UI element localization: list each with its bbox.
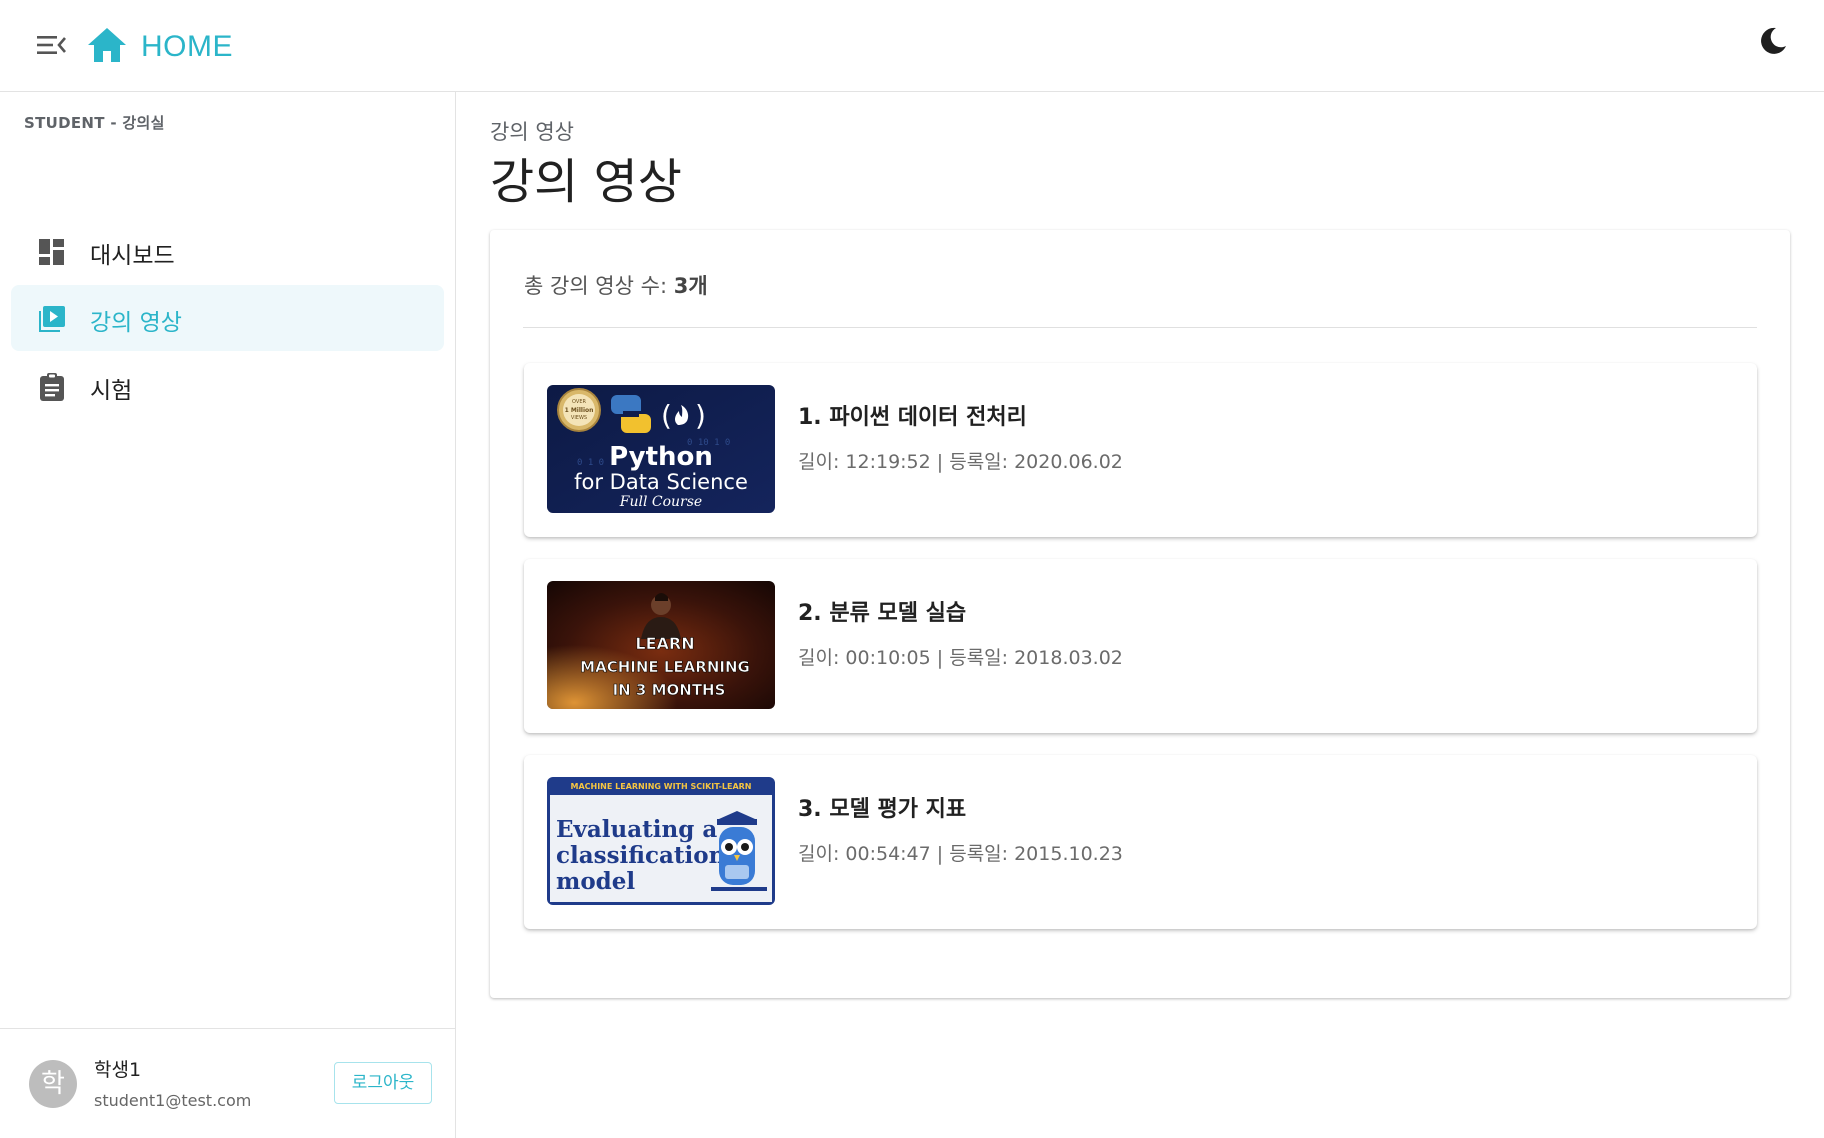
video-library-icon <box>39 306 65 332</box>
thumb-line1: Python <box>609 442 713 472</box>
sidebar-item-lecture-videos[interactable]: 강의 영상 <box>11 285 444 351</box>
svg-text:(: ( <box>661 399 672 432</box>
video-meta: 길이: 00:54:47 | 등록일: 2015.10.23 <box>798 843 1123 865</box>
badge-text-top: OVER <box>572 399 586 405</box>
thumb-line3: IN 3 MONTHS <box>613 681 726 699</box>
sidebar-item-label: 시험 <box>90 378 133 404</box>
video-meta: 길이: 12:19:52 | 등록일: 2020.06.02 <box>798 451 1123 473</box>
top-app-bar: HOME <box>0 0 1824 92</box>
thumb-line2: for Data Science <box>574 470 748 494</box>
thumb-banner: MACHINE LEARNING WITH SCIKIT-LEARN <box>570 782 751 791</box>
video-thumbnail[interactable]: 0 10 1 0 0 1 0 OVER 1 Million VIEWS ( ) … <box>547 385 775 513</box>
video-meta: 길이: 00:10:05 | 등록일: 2018.03.02 <box>798 647 1123 669</box>
sidebar: STUDENT - 강의실 대시보드 강의 영상 시험 학 학생1 studen… <box>0 92 456 1138</box>
video-count: 총 강의 영상 수: 3개 <box>524 270 708 300</box>
page-title: 강의 영상 <box>490 154 682 210</box>
user-panel: 학 학생1 student1@test.com 로그아웃 <box>0 1028 456 1138</box>
thumb-line3: Full Course <box>619 494 702 510</box>
home-icon[interactable] <box>86 26 128 64</box>
sklearn-thumbnail-graphic: MACHINE LEARNING WITH SCIKIT-LEARN Evalu… <box>547 777 775 905</box>
video-thumbnail[interactable]: LEARN MACHINE LEARNING IN 3 MONTHS <box>547 581 775 709</box>
thumb-line2: MACHINE LEARNING <box>580 658 750 676</box>
badge-text-bottom: VIEWS <box>571 415 587 421</box>
video-thumbnail[interactable]: MACHINE LEARNING WITH SCIKIT-LEARN Evalu… <box>547 777 775 905</box>
home-link[interactable]: HOME <box>141 30 233 64</box>
user-name: 학생1 <box>94 1059 142 1081</box>
thumb-line3: model <box>556 868 635 895</box>
thumb-line2: classification <box>556 842 726 869</box>
logout-button[interactable]: 로그아웃 <box>334 1062 432 1104</box>
sidebar-item-label: 강의 영상 <box>90 310 182 336</box>
thumb-line1: LEARN <box>635 634 694 653</box>
thumb-line1: Evaluating a <box>556 816 717 843</box>
video-card[interactable]: MACHINE LEARNING WITH SCIKIT-LEARN Evalu… <box>524 755 1757 929</box>
dashboard-icon <box>39 239 64 265</box>
svg-text:0 1 0: 0 1 0 <box>577 458 604 468</box>
video-title[interactable]: 2. 분류 모델 실습 <box>798 595 966 627</box>
video-card[interactable]: 0 10 1 0 0 1 0 OVER 1 Million VIEWS ( ) … <box>524 363 1757 537</box>
user-email: student1@test.com <box>94 1091 252 1110</box>
python-thumbnail-graphic: 0 10 1 0 0 1 0 OVER 1 Million VIEWS ( ) … <box>547 385 775 513</box>
menu-collapse-icon[interactable] <box>34 30 68 60</box>
svg-text:): ) <box>695 399 706 432</box>
video-count-value: 3개 <box>673 274 708 298</box>
divider <box>523 327 1757 328</box>
badge-text-mid: 1 Million <box>565 407 594 414</box>
video-count-label: 총 강의 영상 수: <box>524 274 674 298</box>
sidebar-item-dashboard[interactable]: 대시보드 <box>11 218 444 284</box>
moon-icon[interactable] <box>1756 24 1790 58</box>
sidebar-section-title: STUDENT - 강의실 <box>24 114 165 132</box>
video-card[interactable]: LEARN MACHINE LEARNING IN 3 MONTHS 2. 분류… <box>524 559 1757 733</box>
video-title[interactable]: 1. 파이썬 데이터 전처리 <box>798 399 1027 431</box>
sidebar-item-exam[interactable]: 시험 <box>11 353 444 419</box>
video-list-panel: 총 강의 영상 수: 3개 0 10 1 0 0 1 0 OVER 1 Mill… <box>490 230 1790 998</box>
clipboard-icon <box>40 373 64 401</box>
sidebar-item-label: 대시보드 <box>90 243 175 269</box>
video-title[interactable]: 3. 모델 평가 지표 <box>798 791 966 823</box>
avatar: 학 <box>29 1060 77 1108</box>
ml-thumbnail-graphic: LEARN MACHINE LEARNING IN 3 MONTHS <box>547 581 775 709</box>
